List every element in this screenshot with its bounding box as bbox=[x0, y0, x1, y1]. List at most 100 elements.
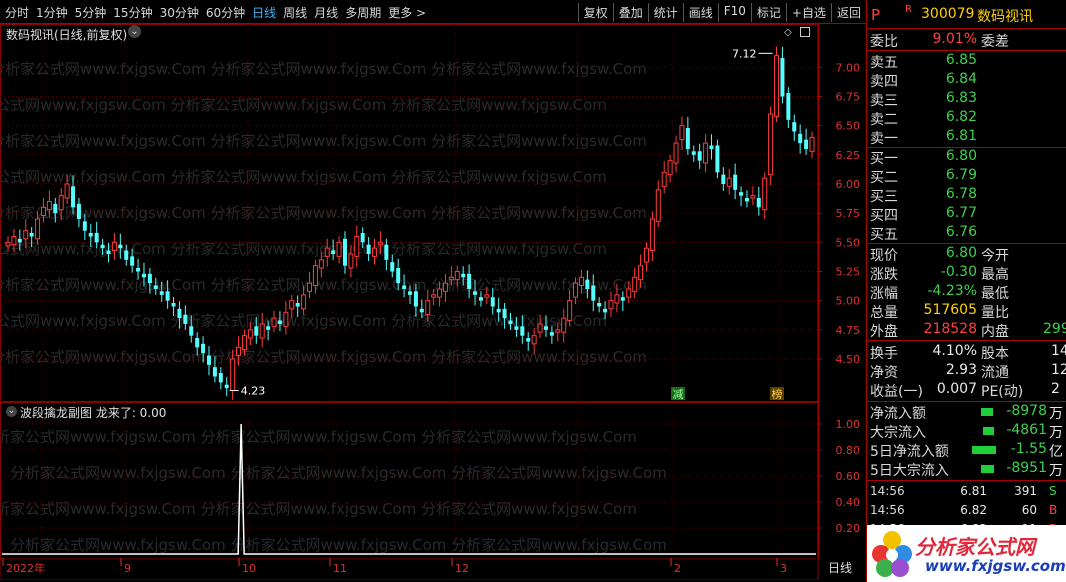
quote-value: 517605 bbox=[923, 302, 977, 318]
stock-header: P R 300079 数码视讯 bbox=[867, 4, 1066, 26]
period-tab[interactable]: 1分钟 bbox=[33, 3, 71, 22]
watermark-text: 分析家公式网www.fxjgsw.Com 分析家公式网www.fxjgsw.Co… bbox=[0, 500, 637, 518]
period-tab[interactable]: 更多 > bbox=[385, 3, 429, 22]
y-tick-label: 4.50 bbox=[836, 353, 861, 366]
weibi-label: 委比 bbox=[870, 34, 898, 50]
order-label: 卖四 bbox=[870, 74, 898, 90]
order-label: 卖五 bbox=[870, 55, 898, 71]
candle bbox=[733, 163, 738, 200]
quote-value: 6.80 bbox=[945, 245, 977, 261]
fundamental-value: 4.10% bbox=[932, 343, 977, 359]
toolbar-button[interactable]: 画线 bbox=[682, 3, 718, 22]
toolbar-button[interactable]: F10 bbox=[717, 3, 751, 22]
order-price: 6.83 bbox=[945, 90, 977, 106]
chevron-down-icon[interactable]: ⌄ bbox=[128, 25, 141, 38]
quote-row: 外盘 218528内盘 299 bbox=[867, 321, 1066, 340]
tick-row: 14:56 6.81 391 S bbox=[867, 484, 1066, 503]
main-candlestick-chart[interactable]: 分析家公式网www.fxjgsw.Com 分析家公式网www.fxjgsw.Co… bbox=[0, 24, 866, 402]
flow-unit: 万 bbox=[1049, 425, 1063, 441]
diamond-icon[interactable]: ◇ bbox=[784, 27, 792, 38]
quote-panel: P R 300079 数码视讯 委比 9.01% 委差 卖五 6.85 卖四 6.84… bbox=[866, 0, 1066, 582]
tick-row: 14:56 6.82 60 B bbox=[867, 503, 1066, 522]
tick-volume: 60 bbox=[1021, 503, 1037, 517]
r-label: R bbox=[905, 4, 912, 15]
order-price: 6.79 bbox=[945, 167, 977, 183]
period-tab[interactable]: 60分钟 bbox=[203, 3, 248, 22]
toolbar-button[interactable]: +自选 bbox=[785, 3, 831, 22]
quote-row: 总量 517605 量比 bbox=[867, 302, 1066, 321]
y-tick-label: 6.00 bbox=[836, 178, 861, 191]
candle bbox=[76, 198, 81, 228]
weicha-label: 委差 bbox=[981, 34, 1009, 50]
fundamental-label: 净资 bbox=[870, 365, 898, 381]
order-label: 买一 bbox=[870, 151, 898, 167]
candle bbox=[774, 46, 780, 123]
date-tick-label: 10 bbox=[242, 562, 256, 575]
quote-row: 涨幅 -4.23% 最低 bbox=[867, 283, 1066, 302]
toolbar-button[interactable]: 叠加 bbox=[612, 3, 648, 22]
sell-row: 卖二 6.82 bbox=[867, 109, 1066, 128]
chevron-down-icon[interactable]: ⌄ bbox=[6, 406, 17, 417]
toolbar-button[interactable]: 复权 bbox=[577, 3, 613, 22]
toolbar-button[interactable]: 标记 bbox=[750, 3, 786, 22]
sub-indicator-chart[interactable]: 1.00 0.80 0.60 0.40 0.20 分析家公式网www.fxjgsw.Com… bbox=[0, 402, 866, 560]
p-label: P bbox=[871, 6, 881, 24]
logo-url[interactable]: www.fxjgsw.com bbox=[925, 557, 1066, 575]
fundamental-value: 0.007 bbox=[936, 381, 977, 397]
sell-row: 卖五 6.85 bbox=[867, 52, 1066, 71]
watermark-text: 分析家公式网www.fxjgsw.Com 分析家公式网www.fxjgsw.Co… bbox=[0, 132, 647, 150]
window-icon[interactable] bbox=[800, 27, 810, 37]
y-tick-label: 7.00 bbox=[836, 61, 861, 74]
fundamental-value-2: 14 bbox=[1051, 343, 1066, 359]
y-tick-label: 5.75 bbox=[836, 207, 861, 220]
quote-label-2: 今开 bbox=[981, 248, 1009, 264]
watermark-text: 分析家公式网www.fxjgsw.Com 分析家公式网www.fxjgsw.Co… bbox=[0, 96, 607, 114]
order-price: 6.81 bbox=[945, 128, 977, 144]
period-tabs: 分时 1分钟 5分钟 15分钟 30分钟 60分钟 日线 周线 月线 多周期 更多 > bbox=[2, 3, 430, 22]
stock-name: 数码视讯 bbox=[977, 9, 1033, 25]
order-price: 6.85 bbox=[945, 52, 977, 68]
fundamental-label-2: 流通 bbox=[981, 365, 1009, 381]
candle bbox=[597, 297, 602, 313]
sub-y-tick-label: 0.20 bbox=[836, 522, 861, 535]
candle bbox=[709, 134, 714, 160]
buy-row: 买一 6.80 bbox=[867, 148, 1066, 167]
site-logo: 分析家公式网 www.fxjgsw.com bbox=[866, 525, 1066, 582]
weibi-value: 9.01% bbox=[932, 31, 977, 47]
candle bbox=[739, 186, 744, 207]
candle bbox=[809, 131, 815, 159]
quote-label-2: 最高 bbox=[981, 267, 1009, 283]
sub-chart-svg: 1.00 0.80 0.60 0.40 0.20 分析家公式网www.fxjgsw.Com… bbox=[0, 402, 861, 560]
money-flow-row: 净流入额 -8978 万 bbox=[867, 403, 1066, 422]
period-tab[interactable]: 5分钟 bbox=[72, 3, 110, 22]
period-tab[interactable]: 周线 bbox=[280, 3, 310, 22]
watermark-text: 分析家公式网www.fxjgsw.Com 分析家公式网www.fxjgsw.Co… bbox=[0, 276, 647, 294]
order-label: 买三 bbox=[870, 189, 898, 205]
order-label: 买四 bbox=[870, 208, 898, 224]
marker-jian: 减 bbox=[671, 387, 685, 401]
quote-label: 总量 bbox=[870, 305, 898, 321]
fundamental-value-2: 12 bbox=[1051, 362, 1066, 378]
logo-text: 分析家公式网 bbox=[915, 535, 1035, 559]
fundamental-row: 净资 2.93流通 12 bbox=[867, 362, 1066, 381]
period-tab[interactable]: 日线 bbox=[249, 3, 279, 22]
flow-value: -8951 bbox=[1006, 460, 1047, 476]
svg-text:榜: 榜 bbox=[772, 387, 783, 401]
period-tab[interactable]: 多周期 bbox=[342, 3, 384, 22]
period-tab[interactable]: 15分钟 bbox=[110, 3, 155, 22]
period-tab[interactable]: 分时 bbox=[2, 3, 32, 22]
toolbar-button[interactable]: 返回 bbox=[830, 3, 866, 22]
y-tick-label: 6.75 bbox=[836, 91, 861, 104]
candle bbox=[620, 291, 625, 312]
toolbar-button[interactable]: 统计 bbox=[647, 3, 683, 22]
candle bbox=[354, 225, 360, 267]
quote-label-2: 量比 bbox=[981, 305, 1009, 321]
quote-value: -0.30 bbox=[940, 264, 977, 280]
date-tick-label: 3 bbox=[780, 562, 787, 575]
order-price: 6.77 bbox=[945, 205, 977, 221]
period-tab[interactable]: 30分钟 bbox=[157, 3, 202, 22]
order-price: 6.76 bbox=[945, 224, 977, 240]
period-tab[interactable]: 月线 bbox=[311, 3, 341, 22]
candle bbox=[726, 168, 732, 195]
candle bbox=[804, 128, 809, 155]
